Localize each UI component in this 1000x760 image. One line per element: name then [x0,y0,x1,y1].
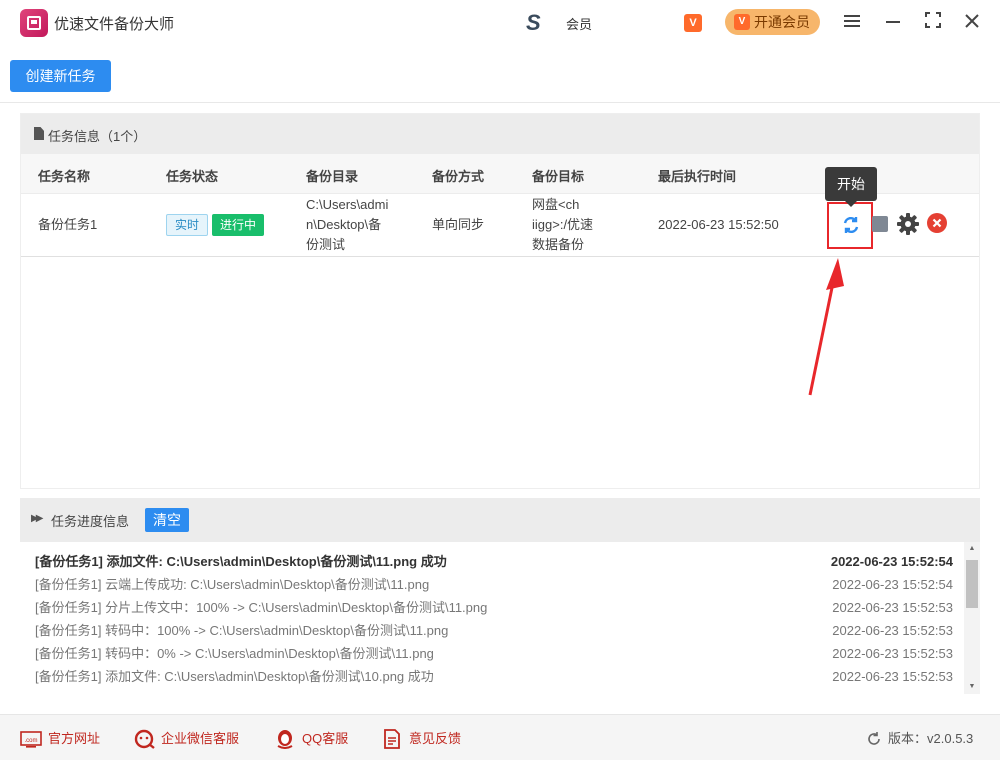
log-item: [备份任务1] 转码中：0% -> C:\Users\admin\Desktop… [35,643,965,666]
progress-panel: ▶▶ 任务进度信息 清空 [备份任务1] 添加文件: C:\Users\admi… [20,498,980,694]
open-vip-label: 开通会员 [754,14,810,30]
log-message: [备份任务1] 添加文件: C:\Users\admin\Desktop\备份测… [35,554,447,569]
log-message: [备份任务1] 分片上传文中：100% -> C:\Users\admin\De… [35,600,488,615]
expand-arrows-icon: ▶▶ [31,513,44,524]
table-row[interactable]: 备份任务1 实时 进行中 C:\Users\admi n\Desktop\备 份… [21,194,979,257]
clear-button[interactable]: 清空 [145,508,189,532]
backup-target-line: iigg>:/优速 [532,217,594,232]
log-list: [备份任务1] 添加文件: C:\Users\admin\Desktop\备份测… [20,542,980,694]
delete-button[interactable] [927,213,947,233]
log-message: [备份任务1] 云端上传成功: C:\Users\admin\Desktop\备… [35,577,430,592]
start-tooltip: 开始 [825,167,877,207]
task-name: 备份任务1 [38,217,98,232]
qq-service-link[interactable]: QQ客服 [274,729,359,749]
feedback-document-icon [384,729,400,749]
column-header-last-run: 最后执行时间 [658,169,737,184]
footer: .com 官方网址 企业微信客服 QQ客服 意见反馈 版本：v2.0.5.3 [0,714,1000,760]
progress-panel-title: 任务进度信息 [51,514,130,529]
vip-icon: V [734,14,750,30]
feedback-link[interactable]: 意见反馈 [381,729,471,749]
settings-gear-icon[interactable] [897,213,919,235]
scroll-thumb[interactable] [966,560,978,608]
minimize-icon[interactable] [882,11,904,33]
qq-icon [277,730,293,749]
app-logo-icon [20,9,48,37]
wechat-icon [134,729,155,749]
backup-directory: C:\Users\admi n\Desktop\备 份测试 [306,195,388,255]
backup-target-line: 数据备份 [532,237,585,252]
log-time: 2022-06-23 15:52:54 [832,577,953,592]
wechat-service-link[interactable]: 企业微信客服 [134,729,249,749]
scroll-up-icon[interactable]: ▲ [964,544,980,554]
log-item: [备份任务1] 添加文件: C:\Users\admin\Desktop\备份测… [35,551,965,574]
realtime-badge: 实时 [166,214,208,236]
open-vip-button[interactable]: V 开通会员 [725,9,820,35]
column-header-status: 任务状态 [166,169,219,184]
column-header-method: 备份方式 [432,169,485,184]
log-time: 2022-06-23 15:52:53 [832,623,953,638]
log-time: 2022-06-23 15:52:53 [832,646,953,661]
maximize-icon[interactable] [922,11,944,33]
status-badge: 进行中 [212,214,264,236]
create-task-button[interactable]: 创建新任务 [10,60,111,92]
svg-text:.com: .com [24,738,37,744]
wechat-service-label: 企业微信客服 [161,731,240,746]
version-info: 版本：v2.0.5.3 [888,729,973,749]
log-time: 2022-06-23 15:52:54 [830,554,953,569]
start-button[interactable] [827,202,873,249]
annotation-arrow [808,258,844,396]
version-label: 版本： [888,731,928,746]
stop-button[interactable] [872,216,888,232]
progress-panel-header: ▶▶ 任务进度信息 清空 [20,498,980,542]
task-panel-title: 任务信息（1个） [48,129,147,144]
log-time: 2022-06-23 15:52:53 [832,669,953,684]
scroll-down-icon[interactable]: ▼ [964,682,980,692]
toolbar-divider [0,102,1000,103]
log-scrollbar[interactable]: ▲ ▼ [964,542,980,694]
official-site-link[interactable]: .com 官方网址 [20,729,110,749]
feedback-label: 意见反馈 [409,731,462,746]
sync-icon [843,216,859,234]
version-number: v2.0.5.3 [927,731,974,746]
title-bar: 优速文件备份大师 S 会员 V V 开通会员 [0,0,1000,46]
user-name[interactable]: 会员 [566,14,592,33]
close-icon[interactable] [961,11,983,33]
column-header-name: 任务名称 [38,169,91,184]
close-x-icon [932,218,942,228]
log-message: [备份任务1] 转码中：100% -> C:\Users\admin\Deskt… [35,623,449,638]
task-panel-header: 任务信息（1个） [21,114,979,154]
log-message: [备份任务1] 添加文件: C:\Users\admin\Desktop\备份测… [35,669,434,684]
backup-directory-line: 份测试 [306,237,346,252]
official-site-label: 官方网址 [48,731,101,746]
backup-target: 网盘<ch iigg>:/优速 数据备份 [532,195,593,255]
vip-badge-icon: V [684,14,702,32]
column-header-directory: 备份目录 [306,169,359,184]
backup-directory-line: C:\Users\admi [306,197,389,212]
log-time: 2022-06-23 15:52:53 [832,600,953,615]
backup-directory-line: n\Desktop\备 [306,217,382,232]
log-item: [备份任务1] 转码中：100% -> C:\Users\admin\Deskt… [35,620,965,643]
backup-target-line: 网盘<ch [532,197,580,212]
user-avatar-icon[interactable]: S [526,12,556,34]
last-run-time: 2022-06-23 15:52:50 [658,217,779,232]
log-item: [备份任务1] 添加文件: C:\Users\admin\Desktop\备份测… [35,666,965,689]
document-icon [34,127,44,140]
app-title: 优速文件备份大师 [54,16,175,33]
refresh-icon[interactable] [866,731,882,747]
column-header-target: 备份目标 [532,169,585,184]
website-icon: .com [20,731,42,748]
log-message: [备份任务1] 转码中：0% -> C:\Users\admin\Desktop… [35,646,434,661]
log-item: [备份任务1] 分片上传文中：100% -> C:\Users\admin\De… [35,597,965,620]
qq-service-label: QQ客服 [302,731,349,746]
log-item: [备份任务1] 云端上传成功: C:\Users\admin\Desktop\备… [35,574,965,597]
menu-icon[interactable] [841,11,863,33]
backup-method: 单向同步 [432,217,485,232]
